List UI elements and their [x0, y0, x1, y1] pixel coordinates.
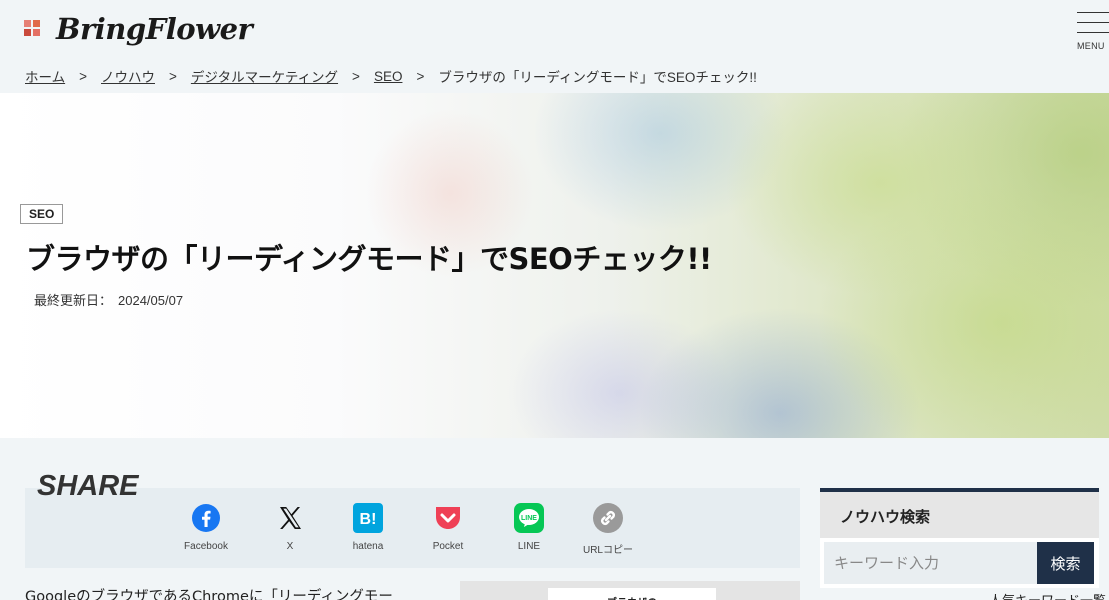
- share-label: hatena: [352, 541, 384, 552]
- facebook-icon: [191, 503, 221, 533]
- line-icon: LINE: [514, 503, 544, 533]
- share-pocket-button[interactable]: Pocket: [408, 503, 488, 552]
- share-label: X: [286, 541, 294, 552]
- share-hatena-button[interactable]: B! hatena: [328, 503, 408, 552]
- keyword-search-input[interactable]: [824, 542, 1037, 584]
- page-title: ブラウザの「リーディングモード」でSEOチェック!!: [26, 242, 712, 276]
- share-bar: Facebook X B! hatena Pocket LINE LINE UR…: [25, 488, 800, 568]
- widget-header: ノウハウ検索: [820, 492, 1099, 538]
- breadcrumb-separator: >: [79, 68, 87, 84]
- breadcrumb-separator: >: [416, 68, 425, 84]
- breadcrumb-link-home[interactable]: ホーム: [25, 66, 65, 86]
- svg-text:LINE: LINE: [521, 515, 537, 522]
- share-label: URLコピー: [582, 545, 633, 556]
- breadcrumb: ホーム > ノウハウ > デジタルマーケティング > SEO > ブラウザの「リ…: [25, 66, 757, 86]
- breadcrumb-separator: >: [169, 68, 177, 84]
- breadcrumb-link-digital-marketing[interactable]: デジタルマーケティング: [191, 66, 338, 86]
- hatena-icon: B!: [353, 503, 383, 533]
- share-facebook-button[interactable]: Facebook: [166, 503, 246, 552]
- site-header: BringFlower MENU: [0, 0, 1109, 62]
- knowhow-search-widget: ノウハウ検索 検索: [820, 488, 1099, 588]
- x-icon: [275, 503, 305, 533]
- breadcrumb-link-seo[interactable]: SEO: [374, 69, 403, 84]
- share-label: Pocket: [432, 541, 464, 552]
- menu-button[interactable]: MENU: [1077, 12, 1109, 54]
- pocket-icon: [433, 503, 463, 533]
- share-title: SHARE: [37, 470, 139, 502]
- updated-date-label: 最終更新日：: [34, 294, 113, 309]
- updated-date: 最終更新日： 2024/05/07: [34, 290, 183, 309]
- breadcrumb-link-knowhow[interactable]: ノウハウ: [101, 66, 155, 86]
- share-url-copy-button[interactable]: URLコピー: [568, 503, 648, 556]
- article-image-caption: ブラウザの: [548, 588, 716, 600]
- article-intro-text: GoogleのブラウザであるChromeに「リーディングモー: [25, 589, 393, 600]
- article-image: ブラウザの: [460, 581, 800, 600]
- share-label: Facebook: [184, 541, 228, 552]
- logo-mark-icon: [24, 20, 42, 38]
- search-button[interactable]: 検索: [1037, 542, 1094, 584]
- updated-date-value: 2024/05/07: [118, 293, 184, 308]
- logo-text: BringFlower: [56, 12, 253, 46]
- share-line-button[interactable]: LINE LINE: [489, 503, 569, 552]
- hero-banner: SEO ブラウザの「リーディングモード」でSEOチェック!! 最終更新日： 202…: [0, 93, 1109, 438]
- share-label: LINE: [517, 541, 541, 552]
- share-x-button[interactable]: X: [250, 503, 330, 552]
- category-tag[interactable]: SEO: [20, 204, 64, 224]
- site-logo[interactable]: BringFlower: [24, 12, 253, 46]
- widget-title: ノウハウ検索: [840, 508, 931, 526]
- hamburger-icon: [1077, 12, 1109, 33]
- popular-keywords-heading: 人気キーワード一覧: [989, 590, 1106, 600]
- menu-label: MENU: [1077, 41, 1105, 51]
- breadcrumb-current: ブラウザの「リーディングモード」でSEOチェック!!: [438, 70, 757, 85]
- link-icon: [593, 503, 623, 533]
- breadcrumb-separator: >: [352, 68, 360, 84]
- svg-text:B!: B!: [360, 511, 377, 528]
